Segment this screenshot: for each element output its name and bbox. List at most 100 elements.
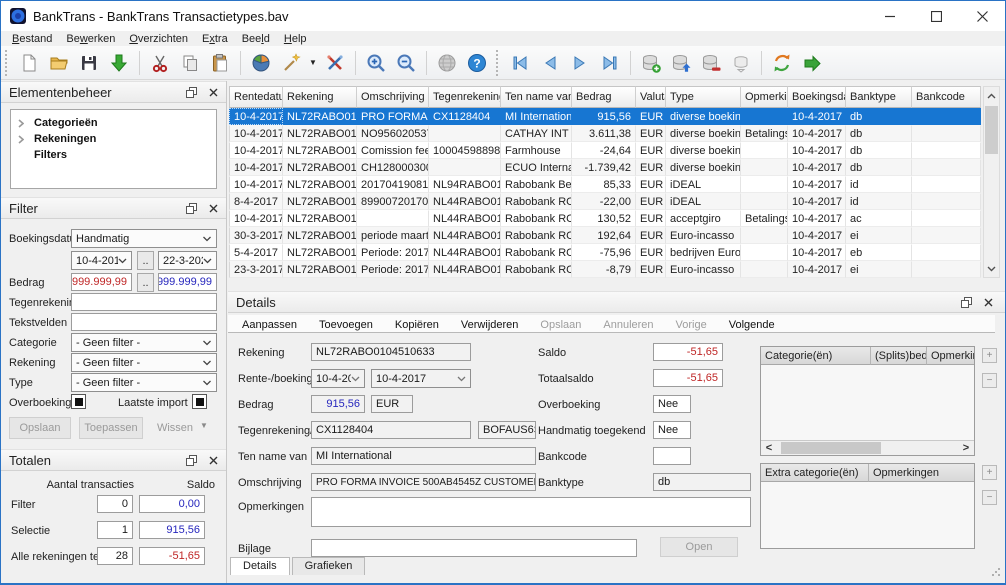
tab-grafieken[interactable]: Grafieken bbox=[291, 557, 366, 575]
type-select[interactable]: - Geen filter - bbox=[71, 373, 217, 392]
cell-banktype[interactable]: db bbox=[846, 159, 912, 176]
cell-rekening[interactable]: NL72RABO01045... bbox=[283, 227, 357, 244]
cell-bedrag[interactable]: -75,96 bbox=[572, 244, 636, 261]
cell-opmerkingen[interactable] bbox=[741, 244, 788, 261]
cell-rekening[interactable]: NL72RABO01045... bbox=[283, 142, 357, 159]
chart-icon[interactable] bbox=[246, 49, 276, 77]
column-header-valuta[interactable]: Valuta bbox=[636, 86, 666, 108]
cell-opmerkingen[interactable] bbox=[741, 159, 788, 176]
cell-rentedatum[interactable]: 10-4-2017 bbox=[229, 176, 283, 193]
column-header-boekingsdatum[interactable]: Boekingsdatum bbox=[788, 86, 846, 108]
column-header-tegenrekening[interactable]: Tegenrekening bbox=[429, 86, 501, 108]
cell-rentedatum[interactable]: 10-4-2017 bbox=[229, 159, 283, 176]
cell-ten-name-van[interactable]: Rabobank RCKV bbox=[501, 227, 572, 244]
tab-details[interactable]: Details bbox=[230, 557, 290, 575]
categorie-select[interactable]: - Geen filter - bbox=[71, 333, 217, 352]
cell-bankcode[interactable] bbox=[912, 193, 981, 210]
maximize-button[interactable] bbox=[913, 1, 959, 31]
scroll-right-icon[interactable]: > bbox=[958, 442, 974, 454]
column-header-bedrag[interactable]: Bedrag bbox=[572, 86, 636, 108]
help-icon[interactable]: ? bbox=[462, 49, 492, 77]
toepassen-button[interactable]: Toepassen bbox=[79, 417, 143, 439]
splitsbedrag-col-header[interactable]: (Splits)bedrag bbox=[871, 347, 927, 365]
cell-omschrijving[interactable]: Comission fee Ja... bbox=[357, 142, 429, 159]
cell-banktype[interactable]: ac bbox=[846, 210, 912, 227]
scroll-up-icon[interactable] bbox=[984, 87, 999, 104]
cell-ten-name-van[interactable]: Rabobank RCKV bbox=[501, 210, 572, 227]
cell-rentedatum[interactable]: 10-4-2017 bbox=[229, 108, 283, 125]
cell-rekening[interactable]: NL72RABO01045... bbox=[283, 261, 357, 278]
cell-opmerkingen[interactable] bbox=[741, 261, 788, 278]
tree-item-filters[interactable]: Filters bbox=[11, 147, 216, 163]
cell-type[interactable]: diverse boekingen bbox=[666, 159, 741, 176]
chevron-right-icon[interactable] bbox=[18, 118, 28, 128]
paste-icon[interactable] bbox=[205, 49, 235, 77]
cell-rekening[interactable]: NL72RABO01045... bbox=[283, 125, 357, 142]
cell-ten-name-van[interactable]: Rabobank RCKV bbox=[501, 193, 572, 210]
toolbar-grip[interactable] bbox=[496, 49, 501, 76]
tekstvelden-input[interactable] bbox=[71, 313, 217, 331]
cell-bankcode[interactable] bbox=[912, 159, 981, 176]
cell-rentedatum[interactable]: 10-4-2017 bbox=[229, 142, 283, 159]
menu-bewerken[interactable]: Be w erken bbox=[59, 31, 122, 46]
column-header-omschrijving[interactable]: Omschrijving bbox=[357, 86, 429, 108]
cell-tegenrekening[interactable]: 100045988987 bbox=[429, 142, 501, 159]
cell-opmerkingen[interactable] bbox=[741, 108, 788, 125]
cell-valuta[interactable]: EUR bbox=[636, 159, 666, 176]
cell-bankcode[interactable] bbox=[912, 227, 981, 244]
cell-boekingsdatum[interactable]: 10-4-2017 bbox=[788, 261, 846, 278]
table-row[interactable]: 10-4-2017NL72RABO01045...PRO FORMA INV..… bbox=[229, 108, 981, 125]
cell-ten-name-van[interactable]: Rabobank BenS bbox=[501, 176, 572, 193]
close-panel-icon[interactable] bbox=[984, 298, 993, 307]
table-row[interactable]: 23-3-2017NL72RABO01045...Periode: 2017-0… bbox=[229, 261, 981, 278]
cell-omschrijving[interactable]: NO95602053797... bbox=[357, 125, 429, 142]
action-verwijderen[interactable]: Verwijderen bbox=[461, 319, 518, 331]
menu-help[interactable]: Help bbox=[277, 31, 314, 46]
cell-opmerkingen[interactable]: Betalingskenmerk... bbox=[741, 125, 788, 142]
cell-bedrag[interactable]: 192,64 bbox=[572, 227, 636, 244]
omschrijving-field[interactable]: PRO FORMA INVOICE 500AB4545Z CUSTOMER NO… bbox=[311, 473, 536, 491]
column-header-ten-name-van[interactable]: Ten name van bbox=[501, 86, 572, 108]
date-to-select[interactable]: 22-3-2024 bbox=[158, 251, 217, 270]
cell-ten-name-van[interactable]: MI International bbox=[501, 108, 572, 125]
float-panel-icon[interactable] bbox=[186, 86, 197, 98]
zoom-in-icon[interactable] bbox=[361, 49, 391, 77]
wissen-dropdown-icon[interactable]: ▼ bbox=[200, 421, 208, 430]
cell-opmerkingen[interactable] bbox=[741, 193, 788, 210]
nav-next-icon[interactable] bbox=[565, 49, 595, 77]
tools-icon[interactable] bbox=[320, 49, 350, 77]
import-icon[interactable] bbox=[104, 49, 134, 77]
menu-overzichten[interactable]: Overzichten bbox=[122, 31, 195, 46]
column-header-bankcode[interactable]: Bankcode bbox=[912, 86, 981, 108]
cell-tegenrekening[interactable]: NL94RABO01045... bbox=[429, 176, 501, 193]
table-row[interactable]: 10-4-2017NL72RABO01045...Comission fee J… bbox=[229, 142, 981, 159]
close-panel-icon[interactable] bbox=[209, 456, 218, 465]
rekening-field[interactable]: NL72RABO0104510633 bbox=[311, 343, 471, 361]
exit-icon[interactable] bbox=[797, 49, 827, 77]
float-panel-icon[interactable] bbox=[186, 202, 197, 214]
cell-valuta[interactable]: EUR bbox=[636, 108, 666, 125]
cell-valuta[interactable]: EUR bbox=[636, 261, 666, 278]
cell-rekening[interactable]: NL72RABO01045... bbox=[283, 108, 357, 125]
cell-bedrag[interactable]: 130,52 bbox=[572, 210, 636, 227]
cell-boekingsdatum[interactable]: 10-4-2017 bbox=[788, 227, 846, 244]
cell-bedrag[interactable]: -24,64 bbox=[572, 142, 636, 159]
cell-bedrag[interactable]: -8,79 bbox=[572, 261, 636, 278]
cell-rentedatum[interactable]: 23-3-2017 bbox=[229, 261, 283, 278]
nav-first-icon[interactable] bbox=[505, 49, 535, 77]
column-header-rentedatum[interactable]: Rentedatum bbox=[229, 86, 283, 108]
wand-icon[interactable] bbox=[276, 49, 306, 77]
laatste-import-checkbox[interactable] bbox=[192, 394, 207, 409]
bedrag-field[interactable]: 915,56 bbox=[311, 395, 365, 413]
cell-omschrijving[interactable]: Periode: 2017-04... bbox=[357, 261, 429, 278]
cell-opmerkingen[interactable] bbox=[741, 176, 788, 193]
cell-bedrag[interactable]: -22,00 bbox=[572, 193, 636, 210]
cell-ten-name-van[interactable]: ECUO International bbox=[501, 159, 572, 176]
refresh-icon[interactable] bbox=[767, 49, 797, 77]
open-folder-icon[interactable] bbox=[44, 49, 74, 77]
cell-tegenrekening[interactable]: NL44RABO01234... bbox=[429, 193, 501, 210]
bankcode-field[interactable] bbox=[653, 447, 691, 465]
cell-valuta[interactable]: EUR bbox=[636, 244, 666, 261]
db-add-icon[interactable] bbox=[636, 49, 666, 77]
wissen-button[interactable]: Wissen bbox=[151, 417, 199, 439]
